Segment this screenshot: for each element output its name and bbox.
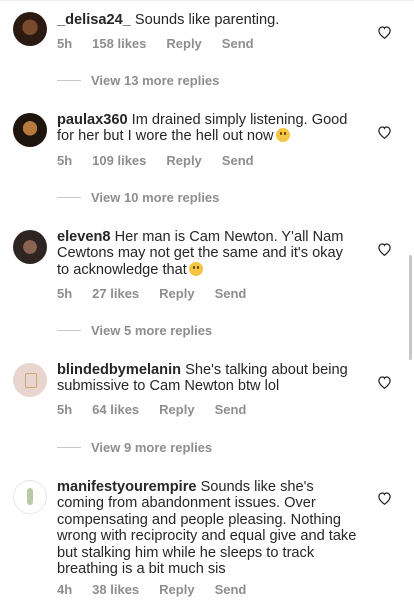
avatar[interactable] — [13, 113, 47, 147]
send-button[interactable]: Send — [222, 36, 254, 51]
divider-line — [57, 330, 81, 331]
divider-line — [57, 447, 81, 448]
heart-icon[interactable] — [377, 375, 392, 389]
send-button[interactable]: Send — [215, 402, 247, 417]
reply-button[interactable]: Reply — [166, 153, 201, 168]
send-button[interactable]: Send — [215, 286, 247, 301]
comment-meta: 5h 109 likes Reply Send — [57, 153, 254, 168]
reply-button[interactable]: Reply — [166, 36, 201, 51]
view-replies-button[interactable]: View 5 more replies — [57, 323, 212, 338]
comment-time: 5h — [57, 153, 73, 168]
comment-text: paulax360 Im drained simply listening. G… — [57, 112, 357, 145]
top-divider — [0, 0, 414, 1]
comment-username[interactable]: eleven8 — [57, 229, 111, 245]
view-replies-label: View 5 more replies — [91, 323, 213, 338]
comment-likes[interactable]: 109 likes — [92, 153, 146, 168]
comment-meta: 5h 158 likes Reply Send — [57, 36, 254, 51]
comment-text: manifestyourempire Sounds like she's com… — [57, 479, 357, 577]
reply-button[interactable]: Reply — [159, 402, 194, 417]
avatar-logo — [25, 373, 37, 388]
reply-button[interactable]: Reply — [159, 582, 194, 597]
laughing-face-emoji — [188, 261, 203, 276]
view-replies-button[interactable]: View 10 more replies — [57, 190, 219, 205]
comment-text: blindedbymelanin She's talking about bei… — [57, 362, 357, 395]
comment-likes[interactable]: 64 likes — [92, 402, 139, 417]
comment-likes[interactable]: 38 likes — [92, 582, 139, 597]
comment-username[interactable]: _delisa24_ — [57, 12, 131, 28]
avatar[interactable] — [13, 363, 47, 397]
view-replies-label: View 9 more replies — [91, 440, 213, 455]
send-button[interactable]: Send — [222, 153, 254, 168]
comment-time: 5h — [57, 402, 73, 417]
comment-username[interactable]: blindedbymelanin — [57, 362, 181, 378]
comment-time: 4h — [57, 582, 73, 597]
heart-icon[interactable] — [377, 25, 392, 39]
comment-meta: 4h 38 likes Reply Send — [57, 582, 246, 597]
comment-username[interactable]: manifestyourempire — [57, 479, 197, 495]
comment-likes[interactable]: 27 likes — [92, 286, 139, 301]
divider-line — [57, 80, 81, 81]
view-replies-button[interactable]: View 9 more replies — [57, 440, 212, 455]
heart-icon[interactable] — [377, 491, 392, 505]
weary-face-emoji — [275, 128, 290, 143]
comment-meta: 5h 64 likes Reply Send — [57, 402, 246, 417]
comment-body: Sounds like parenting. — [134, 12, 280, 28]
comment-time: 5h — [57, 36, 73, 51]
view-replies-label: View 10 more replies — [91, 190, 220, 205]
comment-likes[interactable]: 158 likes — [92, 36, 146, 51]
view-replies-button[interactable]: View 13 more replies — [57, 73, 219, 88]
avatar-logo — [27, 488, 33, 505]
view-replies-label: View 13 more replies — [91, 73, 220, 88]
avatar[interactable] — [13, 230, 47, 264]
comment-meta: 5h 27 likes Reply Send — [57, 286, 246, 301]
divider-line — [57, 197, 81, 198]
send-button[interactable]: Send — [215, 582, 247, 597]
heart-icon[interactable] — [377, 125, 392, 139]
comment-text: _delisa24_ Sounds like parenting. — [57, 12, 357, 28]
avatar[interactable] — [13, 480, 47, 514]
avatar[interactable] — [13, 12, 47, 46]
comment-time: 5h — [57, 286, 73, 301]
scrollbar[interactable] — [409, 255, 412, 360]
reply-button[interactable]: Reply — [159, 286, 194, 301]
comment-text: eleven8 Her man is Cam Newton. Y'all Nam… — [57, 229, 357, 278]
heart-icon[interactable] — [377, 242, 392, 256]
comment-username[interactable]: paulax360 — [57, 112, 128, 128]
